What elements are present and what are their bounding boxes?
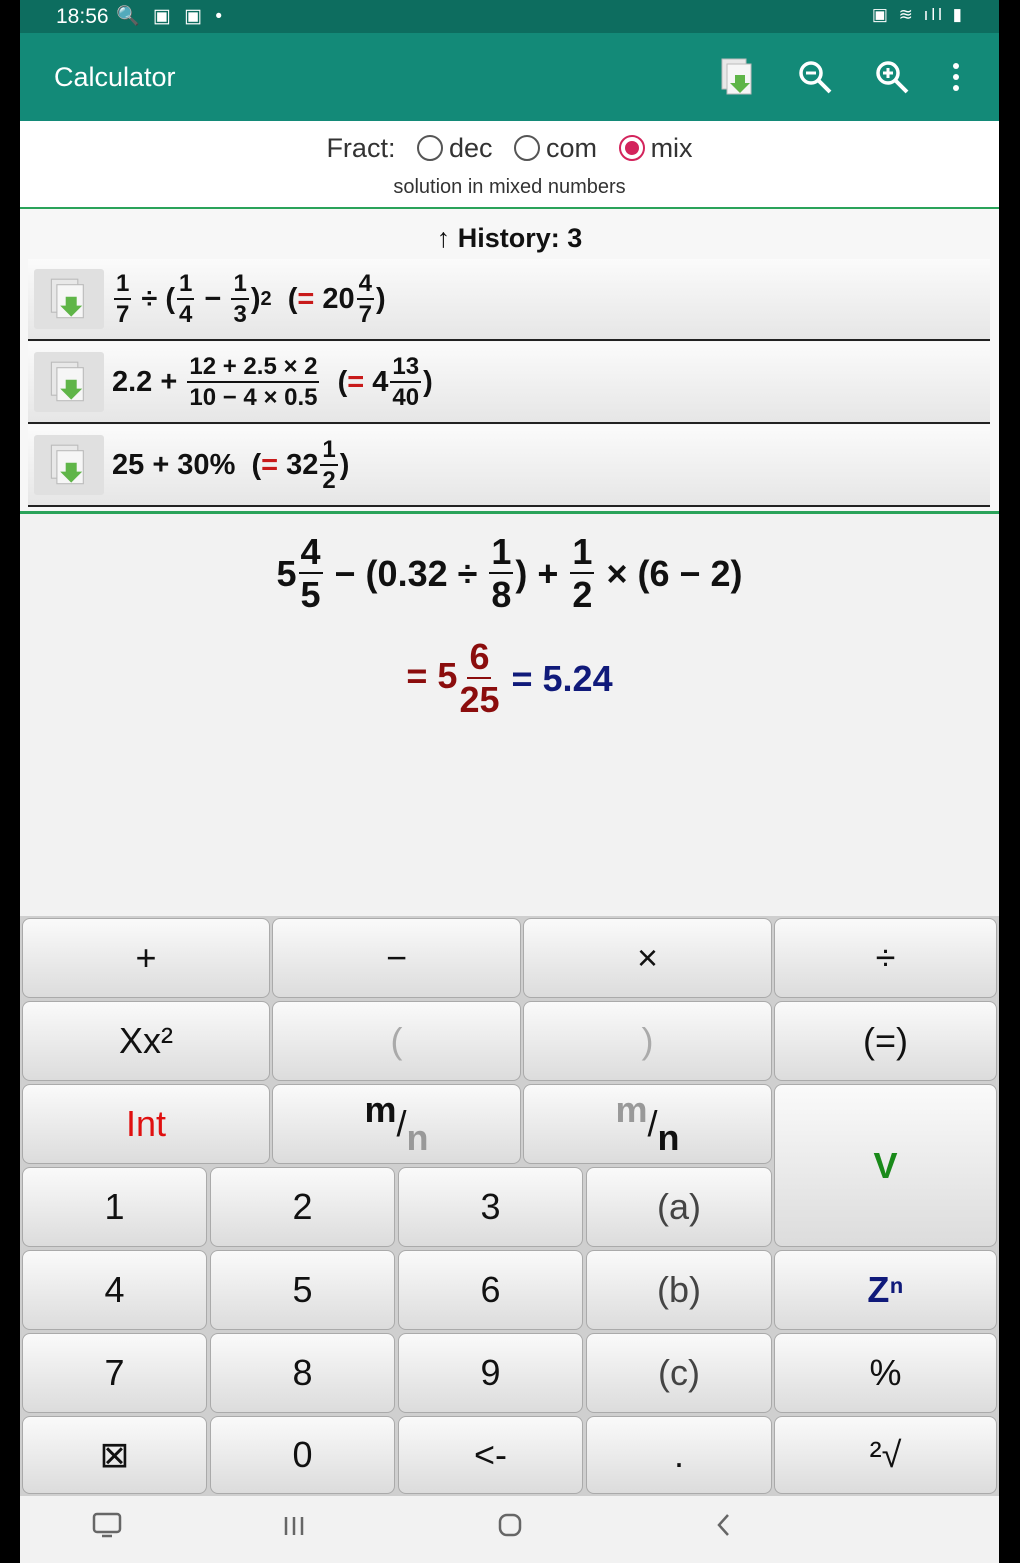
copy-to-input-icon[interactable] xyxy=(34,435,104,495)
copy-to-input-icon[interactable] xyxy=(34,269,104,329)
status-time: 18:56 xyxy=(56,5,109,28)
radio-dec-label[interactable]: dec xyxy=(449,133,493,163)
radio-mix[interactable] xyxy=(618,135,645,161)
radio-dec[interactable] xyxy=(416,135,443,161)
key-fraction-n: n xyxy=(657,1117,680,1158)
key-1[interactable]: 1 xyxy=(22,1167,207,1247)
history-panel: ↑ History: 3 17 ÷ (1 4 − 1 3) 2 (= 20 4 7) 2.… xyxy=(20,209,999,514)
app-title: Calculator xyxy=(54,62,176,92)
keypad: + − × ÷ Xx² ( ) (=) Int m / n m / n V 1 2 3 … xyxy=(20,916,999,1496)
expression-area[interactable]: 545 − (0.32 ÷ 1 8) + 12 × (6 − 2) = 5 6 25 … xyxy=(20,514,999,916)
key-evaluate[interactable]: (=) xyxy=(774,1001,997,1081)
key-percent[interactable]: % xyxy=(774,1333,997,1413)
key-0[interactable]: 0 xyxy=(210,1416,395,1494)
app-bar: Calculator xyxy=(20,33,999,121)
key-4[interactable]: 4 xyxy=(22,1250,207,1330)
key-plus[interactable]: + xyxy=(22,918,270,998)
key-8[interactable]: 8 xyxy=(210,1333,395,1413)
fraction-mode-panel: Fract: dec com mix solution in mixed num… xyxy=(20,121,999,210)
back-icon[interactable] xyxy=(714,1512,734,1546)
overflow-menu-icon[interactable] xyxy=(934,55,978,99)
zoom-in-icon[interactable] xyxy=(870,55,914,99)
key-decimal-point[interactable]: . xyxy=(586,1416,772,1494)
home-icon[interactable] xyxy=(497,1512,523,1546)
key-int[interactable]: Int xyxy=(22,1084,270,1164)
key-var-a[interactable]: (a) xyxy=(586,1167,772,1247)
key-fraction-numerator[interactable]: m / n xyxy=(272,1084,521,1164)
history-item[interactable]: 2.2 + 12 + 2.5 × 2 10 − 4 × 0.5 (= 4 13 40) xyxy=(28,342,990,424)
key-close-paren[interactable]: ) xyxy=(523,1001,772,1081)
history-item[interactable]: 17 ÷ (1 4 − 1 3) 2 (= 20 4 7) xyxy=(28,259,990,341)
keyboard-toggle-icon[interactable] xyxy=(92,1512,122,1546)
key-z-power[interactable]: Zⁿ xyxy=(774,1250,997,1330)
radio-com[interactable] xyxy=(514,135,541,161)
notification-icons: 🔍 ▣ ▣ • xyxy=(116,6,227,27)
key-2[interactable]: 2 xyxy=(210,1167,395,1247)
key-minus[interactable]: − xyxy=(272,918,521,998)
history-header[interactable]: ↑ History: 3 xyxy=(20,223,999,254)
key-power[interactable]: Xx² xyxy=(22,1001,270,1081)
status-bar: 18:56 🔍 ▣ ▣ • ▣ ≋ ıll ▮ xyxy=(20,0,999,33)
key-var-c[interactable]: (c) xyxy=(586,1333,772,1413)
key-clear[interactable]: ⊠ xyxy=(22,1416,207,1494)
key-fraction-m: m xyxy=(615,1089,648,1130)
key-divide[interactable]: ÷ xyxy=(774,918,997,998)
fract-subtitle: solution in mixed numbers xyxy=(393,176,626,198)
radio-mix-label[interactable]: mix xyxy=(651,133,693,163)
radio-com-label[interactable]: com xyxy=(546,133,597,163)
key-7[interactable]: 7 xyxy=(22,1333,207,1413)
system-nav-bar xyxy=(20,1496,999,1563)
key-5[interactable]: 5 xyxy=(210,1250,395,1330)
history-item[interactable]: 25 + 30% (= 32 1 2) xyxy=(28,425,990,507)
system-status-icons: ▣ ≋ ıll ▮ xyxy=(871,5,965,24)
key-3[interactable]: 3 xyxy=(398,1167,583,1247)
fract-label: Fract: xyxy=(326,133,396,163)
key-multiply[interactable]: × xyxy=(523,918,772,998)
key-v[interactable]: V xyxy=(774,1084,997,1247)
key-9[interactable]: 9 xyxy=(398,1333,583,1413)
save-history-icon[interactable] xyxy=(716,55,760,99)
key-fraction-m: m xyxy=(364,1089,397,1130)
copy-to-input-icon[interactable] xyxy=(34,352,104,412)
zoom-out-icon[interactable] xyxy=(793,55,837,99)
history-expression: 2.2 + 12 + 2.5 × 2 10 − 4 × 0.5 (= 4 13 40) xyxy=(112,352,433,411)
recent-apps-icon[interactable] xyxy=(282,1512,306,1546)
key-6[interactable]: 6 xyxy=(398,1250,583,1330)
key-fraction-denominator[interactable]: m / n xyxy=(523,1084,772,1164)
current-expression: 545 − (0.32 ÷ 1 8) + 12 × (6 − 2) xyxy=(276,531,743,615)
key-fraction-n: n xyxy=(406,1117,429,1158)
key-backspace[interactable]: <- xyxy=(398,1416,583,1494)
history-expression: 25 + 30% (= 32 1 2) xyxy=(112,435,350,494)
calculator-screen: 18:56 🔍 ▣ ▣ • ▣ ≋ ıll ▮ Calculator Fract… xyxy=(20,0,999,1563)
key-square-root[interactable]: ²√ xyxy=(774,1416,997,1494)
history-expression: 17 ÷ (1 4 − 1 3) 2 (= 20 4 7) xyxy=(114,269,386,328)
current-result: = 5 6 25 = 5.24 xyxy=(406,636,613,720)
key-var-b[interactable]: (b) xyxy=(586,1250,772,1330)
key-open-paren[interactable]: ( xyxy=(272,1001,521,1081)
